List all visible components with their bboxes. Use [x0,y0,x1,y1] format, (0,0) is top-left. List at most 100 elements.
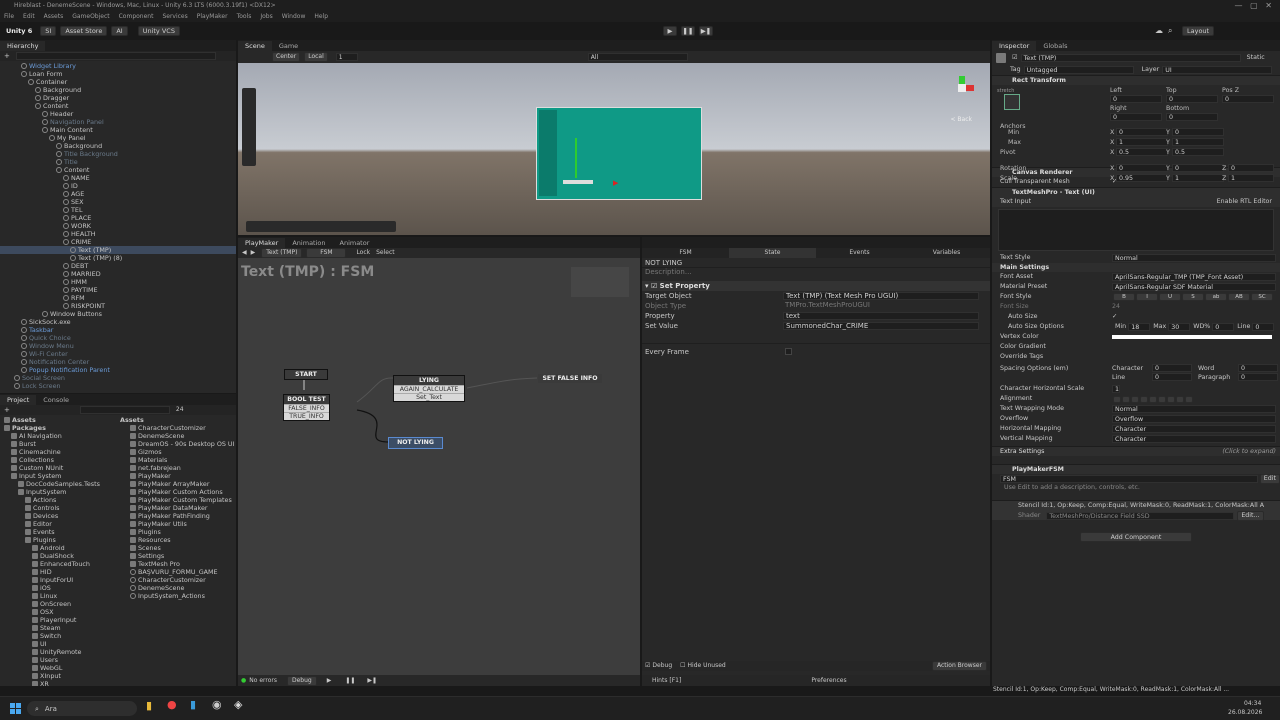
project-folder[interactable]: Devices [0,512,118,520]
hierarchy-item[interactable]: CRIME [0,238,236,246]
hierarchy-item[interactable]: DEBT [0,262,236,270]
shader-edit-button[interactable]: Edit... [1237,511,1264,521]
asset-item[interactable]: PlayMaker DataMaker [120,504,236,512]
project-folder[interactable]: Plugins [0,536,118,544]
asset-item[interactable]: CharacterCustomizer [120,424,236,432]
auto-wd-field[interactable]: 0 [1212,323,1235,331]
text-input-area[interactable] [998,209,1274,251]
hierarchy-item[interactable]: My Panel [0,134,236,142]
asset-item[interactable]: BAŞVURU_FORMU_GAME [120,568,236,576]
hierarchy-item[interactable]: RFM [0,294,236,302]
rotation-x-field[interactable]: 0 [1116,164,1168,172]
font-style-button-ab[interactable]: AB [1228,293,1250,301]
project-folder[interactable]: WebGL [0,664,118,672]
project-folder[interactable]: Steam [0,624,118,632]
pause-button[interactable]: ❚❚ [681,25,695,36]
fsm-edit-button[interactable]: Edit [1259,474,1280,484]
hierarchy-item[interactable]: Taskbar [0,326,236,334]
fsm-name-field[interactable]: FSM [1000,475,1258,483]
hierarchy-item[interactable]: Main Content [0,126,236,134]
project-folder[interactable]: UI [0,640,118,648]
project-folder[interactable]: Editor [0,520,118,528]
side-tab-variables[interactable]: Variables [903,248,990,258]
hierarchy-item[interactable]: AGE [0,190,236,198]
menu-item-tools[interactable]: Tools [237,13,252,21]
spacing-line-field[interactable]: 0 [1152,373,1192,381]
project-folder[interactable]: Packages [0,424,118,432]
hierarchy-item[interactable]: TEL [0,206,236,214]
every-frame-checkbox[interactable] [785,348,792,355]
asset-item[interactable]: PlayMaker Custom Templates [120,496,236,504]
ai-button[interactable]: AI [111,25,128,36]
step-icon[interactable]: ▶❚ [367,677,377,685]
set-false-info-node[interactable]: SET FALSE INFO [538,374,602,383]
hierarchy-item[interactable]: WORK [0,222,236,230]
scene-gizmo[interactable] [950,76,974,100]
app-icon[interactable]: ▮ [190,699,196,710]
state-description[interactable]: Description... [642,268,990,277]
menu-item-jobs[interactable]: Jobs [260,13,272,21]
hierarchy-item[interactable]: MARRIED [0,270,236,278]
text-style-value[interactable]: Normal [1112,254,1276,262]
hierarchy-item[interactable]: Popup Notification Parent [0,366,236,374]
font-style-button-b[interactable]: B [1113,293,1135,301]
project-folder[interactable]: Switch [0,632,118,640]
snap-field[interactable]: 1 [335,53,358,61]
tab-console[interactable]: Console [36,395,76,405]
auto-max-field[interactable]: 30 [1168,323,1191,331]
hierarchy-item[interactable]: RISKPOINT [0,302,236,310]
menu-item-assets[interactable]: Assets [44,13,64,21]
menu-item-gameobject[interactable]: GameObject [72,13,109,21]
menu-item-help[interactable]: Help [314,13,328,21]
static-toggle[interactable]: Static [1247,54,1265,62]
hierarchy-item[interactable]: Social Screen [0,374,236,382]
project-folder[interactable]: Cinemachine [0,448,118,456]
vertex-color-swatch[interactable] [1112,335,1272,339]
action-browser-button[interactable]: Action Browser [931,661,987,671]
chrome-icon[interactable]: ● [167,699,177,710]
hierarchy-item[interactable]: Quick Choice [0,334,236,342]
taskbar-search[interactable]: Ara [45,705,57,713]
chs-value[interactable]: 1 [1112,385,1120,393]
tab-scene[interactable]: Scene [238,41,272,51]
align-button[interactable] [1122,395,1130,403]
scene-search-input[interactable]: All [587,53,688,61]
asset-item[interactable]: Settings [120,552,236,560]
material-preset-value[interactable]: AprilSans-Regular SDF Material [1112,283,1276,291]
project-folder[interactable]: Users [0,656,118,664]
step-button[interactable]: ▶❚ [699,25,713,36]
preferences-button[interactable]: Preferences [811,677,846,685]
min-x-field[interactable]: 0 [1116,128,1168,136]
align-button[interactable] [1113,395,1121,403]
hierarchy-item[interactable]: HEALTH [0,230,236,238]
asset-item[interactable]: DenemeScene [120,432,236,440]
project-folder[interactable]: Android [0,544,118,552]
unity-taskbar-icon[interactable]: ◈ [234,699,242,710]
align-button[interactable] [1176,395,1184,403]
steam-icon[interactable]: ◉ [212,699,222,710]
hierarchy-item[interactable]: Dragger [0,94,236,102]
project-folder[interactable]: OnScreen [0,600,118,608]
project-folder[interactable]: iOS [0,584,118,592]
text-wrapping-value[interactable]: Normal [1112,405,1276,413]
auto-line-field[interactable]: 0 [1252,323,1275,331]
scale-y-field[interactable]: 1 [1172,174,1224,182]
state-name[interactable]: NOT LYING [645,259,682,267]
debug-checkbox[interactable]: ☑ [645,662,650,670]
overflow-value[interactable]: Overflow [1112,415,1276,423]
bool-true-event[interactable]: TRUE_INFO [284,412,329,420]
bool-false-event[interactable]: FALSE_INFO [284,404,329,412]
project-folder[interactable]: Collections [0,456,118,464]
space-dropdown[interactable]: Local [304,52,328,62]
project-folder[interactable]: HID [0,568,118,576]
hierarchy-item[interactable]: Notification Center [0,358,236,366]
scene-overlay-toolbar[interactable] [246,221,396,232]
project-folder[interactable]: Input System [0,472,118,480]
pause-icon[interactable]: ❚❚ [345,677,355,685]
align-button[interactable] [1167,395,1175,403]
asset-item[interactable]: DreamOS - 90s Desktop OS UI [120,440,236,448]
scale-z-field[interactable]: 1 [1228,174,1274,182]
hierarchy-search-input[interactable] [15,52,216,60]
project-folder[interactable]: Actions [0,496,118,504]
lying-node[interactable]: LYING AGAIN_CALCULATE Set_Text [393,375,465,402]
